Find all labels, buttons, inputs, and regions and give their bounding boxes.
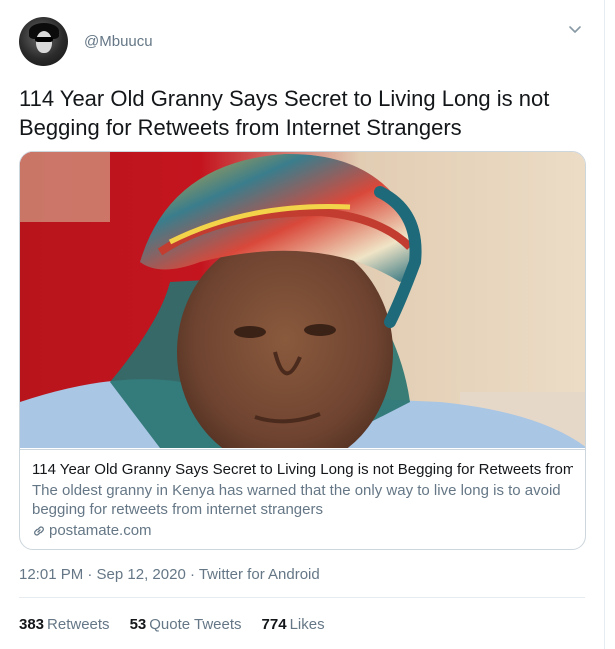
likes-stat[interactable]: 774 Likes [262,616,325,633]
tweet-stats: 383 Retweets 53 Quote Tweets 774 Likes [19,616,325,633]
card-title: 114 Year Old Granny Says Secret to Livin… [32,461,573,478]
tweet: @Mbuucu 114 Year Old Granny Says Secret … [0,0,605,649]
tweet-header: @Mbuucu [19,17,153,66]
retweets-label: Retweets [47,616,110,633]
card-meta[interactable]: 114 Year Old Granny Says Secret to Livin… [20,449,585,549]
avatar-face [36,31,52,53]
user-handle[interactable]: @Mbuucu [84,33,153,50]
chevron-down-icon[interactable] [566,21,584,39]
granny-photo [20,152,585,448]
link-icon [34,525,44,536]
card-description: The oldest granny in Kenya has warned th… [32,482,561,518]
card-domain-text: postamate.com [49,522,152,539]
tweet-text: 114 Year Old Granny Says Secret to Livin… [19,86,550,140]
link-card[interactable]: 114 Year Old Granny Says Secret to Livin… [19,151,586,550]
tweet-timestamp[interactable]: 12:01 PM · Sep 12, 2020 · Twitter for An… [19,566,320,583]
avatar-sunglasses [35,37,53,42]
quotes-label: Quote Tweets [149,616,242,633]
retweets-count: 383 [19,616,45,633]
retweets-stat[interactable]: 383 Retweets [19,616,110,633]
likes-count: 774 [261,616,287,633]
card-image[interactable] [20,152,585,448]
divider [19,597,585,598]
quote-tweets-stat[interactable]: 53 Quote Tweets [130,616,242,633]
card-domain: postamate.com [32,521,573,540]
quotes-count: 53 [129,616,147,633]
likes-label: Likes [289,616,325,633]
avatar[interactable] [19,17,68,66]
